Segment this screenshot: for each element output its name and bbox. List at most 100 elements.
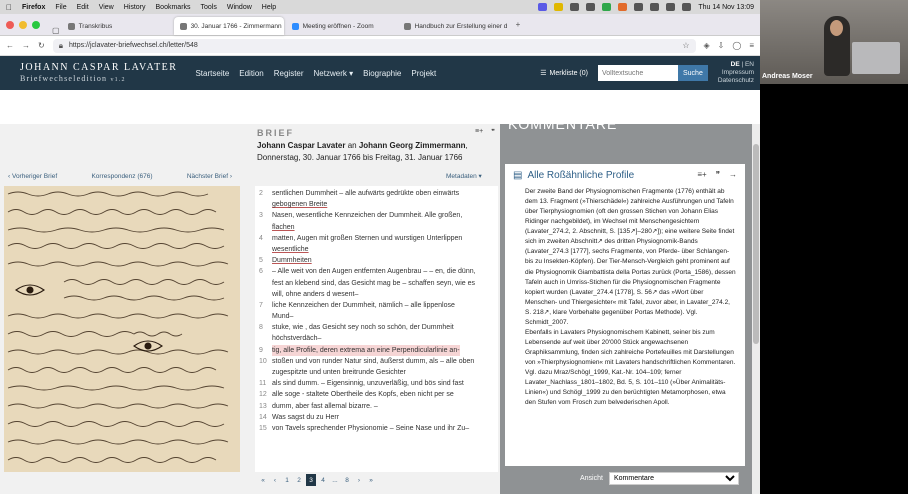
correspondence-link[interactable]: Korrespondenz (676) <box>91 173 152 180</box>
apple-icon[interactable]:  <box>6 3 12 12</box>
transcript-line: flachen <box>259 222 494 233</box>
tab-handbuch[interactable]: Handbuch zur Erstellung einer d <box>398 17 508 35</box>
reload-icon[interactable]: ↻ <box>38 41 45 50</box>
view-selector: Ansicht Kommentare <box>580 472 739 485</box>
page-scrollbar[interactable] <box>752 124 760 494</box>
last-page-button[interactable]: » <box>366 474 376 486</box>
line-text: von Tavels sprechender Physionomie – Sei… <box>272 424 470 432</box>
menu-view[interactable]: View <box>99 4 114 11</box>
downloads-icon[interactable]: ⇩ <box>718 41 725 50</box>
page-8-button[interactable]: 8 <box>342 474 352 486</box>
menu-app-name[interactable]: Firefox <box>22 4 45 11</box>
lang-de[interactable]: DE <box>731 61 740 68</box>
search-input[interactable] <box>598 65 678 81</box>
transcription-panel: 2 sentlichen Dummheit – alle aufwärts ged… <box>255 186 498 472</box>
transcript-line: will, ohne anders d wesent– <box>259 289 494 300</box>
merkliste-link[interactable]: ☰ Merkliste (0) <box>540 69 588 78</box>
search-button[interactable]: Suche <box>678 65 708 81</box>
tab-overview-icon[interactable]: ▢ <box>52 26 60 35</box>
screen:  Firefox File Edit View History Bookmar… <box>0 0 760 494</box>
next-page-button[interactable]: › <box>354 474 364 486</box>
line-text: Dummheiten <box>272 257 312 265</box>
page-1-button[interactable]: 1 <box>282 474 292 486</box>
add-to-list-icon[interactable]: ≡+ <box>697 170 706 179</box>
line-text[interactable]: tig, alle Profile, deren extrema an eine… <box>272 344 460 356</box>
bookmark-star-icon[interactable]: ☆ <box>682 41 689 50</box>
menu-help[interactable]: Help <box>262 4 276 11</box>
line-number: 2 <box>259 190 263 197</box>
arrow-right-icon[interactable]: → <box>729 170 737 179</box>
tab-letter[interactable]: 30. Januar 1766 - Zimmermann× <box>173 17 284 35</box>
tab-transkribus[interactable]: Transkribus <box>62 17 172 35</box>
menu-file[interactable]: File <box>55 4 66 11</box>
letter-author[interactable]: Johann Caspar Lavater <box>257 141 345 150</box>
datenschutz-link[interactable]: Datenschutz <box>718 77 754 85</box>
transcript-line: 11 als sind dumm. – Eigensinnig, unzuverl… <box>259 378 494 389</box>
line-number: 12 <box>259 391 267 399</box>
line-text: – Alle weit von den Augen entfernten Aug… <box>272 268 476 276</box>
notes-status-icon[interactable] <box>554 3 564 11</box>
site-logo[interactable]: JOHANN CASPAR LAVATER Briefwechseleditio… <box>20 63 177 84</box>
nav-edition[interactable]: Edition <box>239 69 263 78</box>
scrollbar-thumb[interactable] <box>753 144 759 344</box>
nav-netzwerk[interactable]: Netzwerk ▾ <box>314 69 354 78</box>
line-text[interactable]: dumm, aber fast allemal bizarre. – <box>272 401 378 412</box>
screen-status-icon[interactable] <box>586 3 596 11</box>
tab-label: 30. Januar 1766 - Zimmermann <box>190 22 282 30</box>
line-text: matten, Augen mit großen Sternen und wur… <box>272 234 463 242</box>
nav-projekt[interactable]: Projekt <box>411 69 436 78</box>
nav-startseite[interactable]: Startseite <box>195 69 229 78</box>
menu-window[interactable]: Window <box>227 4 252 11</box>
metadata-toggle[interactable]: Metadaten ▾ <box>446 172 482 180</box>
transcript-line: 10 stoßen und von runder Natur sind, äuße… <box>259 356 494 367</box>
minimize-window-button[interactable] <box>19 20 27 29</box>
app-status-icon[interactable] <box>618 3 628 11</box>
transcript-line: 8 stuke, wie , das Gesicht sey noch so sc… <box>259 322 494 333</box>
account-icon[interactable]: ◯ <box>732 41 741 50</box>
view-select[interactable]: Kommentare <box>608 472 739 485</box>
menu-bookmarks[interactable]: Bookmarks <box>156 4 191 11</box>
impressum-link[interactable]: Impressum <box>718 69 754 77</box>
transcript-line-highlighted[interactable]: 9 tig, alle Profile, deren extrema an ein… <box>259 344 494 356</box>
forward-icon[interactable]: → <box>22 41 30 50</box>
cite-icon[interactable]: ❞ <box>716 170 720 179</box>
address-bar[interactable]: 🔒︎ https://jclavater-briefwechsel.ch/let… <box>52 38 696 53</box>
prev-page-button[interactable]: ‹ <box>270 474 280 486</box>
pocket-icon[interactable]: ◈ <box>704 41 710 50</box>
menu-tools[interactable]: Tools <box>201 4 217 11</box>
add-to-list-icon[interactable]: ≡+ <box>475 128 483 136</box>
menu-icon[interactable]: ≡ <box>749 41 754 50</box>
sync-status-icon[interactable] <box>602 3 612 11</box>
back-icon[interactable]: ← <box>6 41 14 50</box>
commentary-paragraph-2: Ebenfalls in Lavaters Physiognomischem K… <box>525 328 736 407</box>
search-icon[interactable] <box>666 3 676 11</box>
nav-register[interactable]: Register <box>274 69 304 78</box>
new-tab-icon[interactable]: + <box>516 20 521 29</box>
previous-letter-link[interactable]: ‹ Vorheriger Brief <box>8 173 57 180</box>
zoom-status-icon[interactable] <box>538 3 548 11</box>
control-center-icon[interactable] <box>682 3 692 11</box>
page-2-button[interactable]: 2 <box>294 474 304 486</box>
wifi-icon[interactable] <box>650 3 660 11</box>
letter-recipient[interactable]: Johann Georg Zimmermann <box>359 141 466 150</box>
maximize-window-button[interactable] <box>32 20 40 29</box>
cloud-status-icon[interactable] <box>570 3 580 11</box>
first-page-button[interactable]: « <box>258 474 268 486</box>
nav-biographie[interactable]: Biographie <box>363 69 401 78</box>
cite-icon[interactable]: ❞ <box>491 128 495 136</box>
page-4-button[interactable]: 4 <box>318 474 328 486</box>
bluetooth-icon[interactable] <box>634 3 644 11</box>
close-window-button[interactable] <box>6 20 14 29</box>
next-letter-link[interactable]: Nächster Brief › <box>187 173 232 180</box>
transcript-line: 7 liche Kennzeichen der Dummheit, nämlich… <box>259 300 494 311</box>
tab-zoom[interactable]: Meeting eröffnen - Zoom <box>286 17 396 35</box>
menu-edit[interactable]: Edit <box>77 4 89 11</box>
transcript-line-highlighted[interactable]: 13 dumm, aber fast allemal bizarre. – <box>259 401 494 412</box>
site-search: Suche <box>598 65 708 81</box>
lock-icon: 🔒︎ <box>58 40 63 50</box>
menu-history[interactable]: History <box>124 4 146 11</box>
lang-en[interactable]: EN <box>745 61 754 68</box>
manuscript-image[interactable] <box>4 186 240 472</box>
menubar-clock[interactable]: Thu 14 Nov 13:09 <box>698 4 754 11</box>
page-3-button[interactable]: 3 <box>306 474 316 486</box>
